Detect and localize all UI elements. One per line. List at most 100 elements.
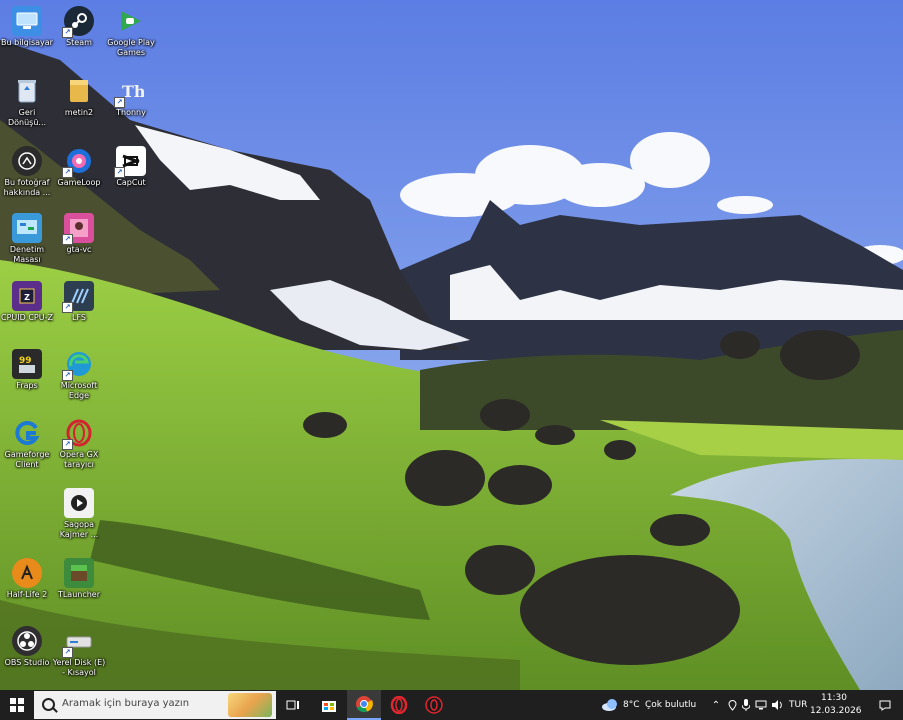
clock-date[interactable]: 12.03.2026: [810, 706, 862, 716]
desktop-icon-bu-fotograf[interactable]: Bu fotoğraf hakkında ...: [0, 146, 54, 198]
svg-text:Z: Z: [24, 293, 30, 302]
desktop-icon-obs-studio[interactable]: OBS Studio: [0, 626, 54, 668]
desktop-icon-google-play-games[interactable]: Google Play Games: [104, 6, 158, 58]
svg-text:Th: Th: [122, 82, 144, 101]
computer-icon: [12, 6, 42, 36]
desktop-icon-gameloop[interactable]: ↗ GameLoop: [52, 146, 106, 188]
desktop-icon-label: GameLoop: [57, 178, 101, 187]
notification-icon[interactable]: [879, 699, 891, 711]
drive-icon: ↗: [62, 626, 94, 658]
obs-icon: [12, 626, 42, 656]
desktop-icon-label: CPUID CPU-Z: [1, 313, 53, 322]
taskbar-chrome[interactable]: [347, 690, 381, 720]
shortcut-arrow-icon: ↗: [62, 234, 73, 245]
recycle-bin-icon: [12, 76, 42, 106]
desktop-icon-lfs[interactable]: ↗ LFS: [52, 281, 106, 323]
desktop-icon-microsoft-edge[interactable]: ↗ Microsoft Edge: [52, 349, 106, 401]
chevron-up-icon[interactable]: ⌃: [710, 699, 722, 711]
capcut-icon: ↗: [114, 146, 146, 178]
shortcut-arrow-icon: ↗: [62, 302, 73, 313]
desktop-icon-capcut[interactable]: ↗ CapCut: [104, 146, 158, 188]
shortcut-arrow-icon: ↗: [62, 439, 73, 450]
desktop-icon-fraps[interactable]: 99 Fraps: [0, 349, 54, 391]
desktop-icon-gameforge[interactable]: Gameforge Client: [0, 418, 54, 470]
desktop-icon-label: Yerel Disk (E) - Kısayol: [52, 658, 106, 677]
opera-gx-icon: [425, 696, 443, 714]
google-play-games-icon: [116, 6, 146, 36]
taskbar: Aramak için buraya yazın 8°C Çok bulutlu…: [0, 690, 903, 720]
desktop-icon-thonny[interactable]: Th ↗ Thonny: [104, 76, 158, 118]
desktop-icon-yerel-disk[interactable]: ↗ Yerel Disk (E) - Kısayol: [52, 626, 106, 678]
taskbar-opera[interactable]: [382, 690, 416, 720]
search-highlight-image: [228, 693, 272, 717]
fraps-icon: 99: [12, 349, 42, 379]
desktop-icon-label: Sagopa Kajmer ...: [59, 520, 99, 539]
start-button[interactable]: [0, 690, 34, 720]
shortcut-arrow-icon: ↗: [62, 647, 73, 658]
search-icon: [42, 698, 55, 711]
tlauncher-icon: [64, 558, 94, 588]
system-tray: 8°C Çok bulutlu ⌃ TUR 11:30 12.03.2026: [593, 690, 903, 720]
microsoft-store-icon: [322, 701, 336, 712]
location-icon[interactable]: [726, 699, 738, 711]
weather-description[interactable]: Çok bulutlu: [645, 700, 696, 710]
task-view-button[interactable]: [276, 690, 310, 720]
desktop-icon-label: Half-Life 2: [6, 590, 48, 599]
shortcut-arrow-icon: ↗: [62, 27, 73, 38]
weather-temperature[interactable]: 8°C: [623, 700, 640, 710]
control-panel-icon: [12, 213, 42, 243]
desktop-icon-bu-bilgisayar[interactable]: Bu bilgisayar: [0, 6, 54, 48]
taskbar-search-box[interactable]: Aramak için buraya yazın: [34, 691, 276, 719]
desktop-icon-label: Steam: [66, 38, 92, 47]
desktop-icon-sagopa[interactable]: Sagopa Kajmer ...: [52, 488, 106, 540]
desktop-icon-denetim-masasi[interactable]: Denetim Masası: [0, 213, 54, 265]
desktop-icon-label: Fraps: [16, 381, 38, 390]
desktop-icon-label: Bu fotoğraf hakkında ...: [3, 178, 51, 197]
desktop-icon-recycle-bin[interactable]: Geri Dönüşü...: [0, 76, 54, 128]
cpu-z-icon: Z: [12, 281, 42, 311]
taskbar-microsoft-store[interactable]: [312, 690, 346, 720]
desktop-icon-label: metin2: [64, 108, 94, 117]
clock-time[interactable]: 11:30: [821, 693, 847, 703]
gameloop-icon: ↗: [62, 146, 94, 178]
task-view-icon: [286, 700, 299, 710]
shortcut-arrow-icon: ↗: [62, 167, 73, 178]
half-life-icon: [12, 558, 42, 588]
gameforge-icon: [12, 418, 42, 448]
input-language[interactable]: TUR: [789, 700, 807, 710]
desktop-icon-label: OBS Studio: [4, 658, 50, 667]
volume-icon[interactable]: [771, 699, 783, 711]
desktop-icon-label: Gameforge Client: [4, 450, 50, 469]
desktop-icon-label: Denetim Masası: [9, 245, 45, 264]
shortcut-arrow-icon: ↗: [62, 370, 73, 381]
taskbar-opera-gx[interactable]: [417, 690, 451, 720]
desktop-icon-label: Microsoft Edge: [60, 381, 98, 400]
edge-icon: ↗: [62, 349, 94, 381]
desktop-icon-gta-vc[interactable]: ↗ gta-vc: [52, 213, 106, 255]
desktop-icon-half-life-2[interactable]: Half-Life 2: [0, 558, 54, 600]
gta-vc-icon: ↗: [62, 213, 94, 245]
desktop-icon-label: Bu bilgisayar: [1, 38, 53, 47]
shortcut-arrow-icon: ↗: [114, 167, 125, 178]
desktop-icon-label: Geri Dönüşü...: [7, 108, 47, 127]
lfs-icon: ↗: [62, 281, 94, 313]
desktop-icon-tlauncher[interactable]: TLauncher: [52, 558, 106, 600]
desktop-icon-opera-gx[interactable]: ↗ Opera GX tarayıcı: [52, 418, 106, 470]
desktop-icon-steam[interactable]: ↗ Steam: [52, 6, 106, 48]
desktop-icon-cpu-z[interactable]: Z CPUID CPU-Z: [0, 281, 54, 323]
svg-text:99: 99: [19, 356, 32, 366]
shortcut-arrow-icon: ↗: [114, 97, 125, 108]
search-placeholder: Aramak için buraya yazın: [62, 698, 190, 709]
opera-icon: [390, 696, 408, 714]
camera-info-icon: [12, 146, 42, 176]
windows-logo-icon: [10, 698, 24, 712]
weather-cloud-icon[interactable]: [601, 698, 619, 712]
steam-icon: ↗: [62, 6, 94, 38]
desktop-icon-label: gta-vc: [66, 245, 92, 254]
video-file-icon: [64, 488, 94, 518]
desktop-icon-metin2[interactable]: metin2: [52, 76, 106, 118]
desktop-icon-label: Google Play Games: [107, 38, 155, 57]
microphone-icon[interactable]: [740, 699, 752, 711]
opera-gx-icon: ↗: [62, 418, 94, 450]
network-icon[interactable]: [755, 699, 767, 711]
